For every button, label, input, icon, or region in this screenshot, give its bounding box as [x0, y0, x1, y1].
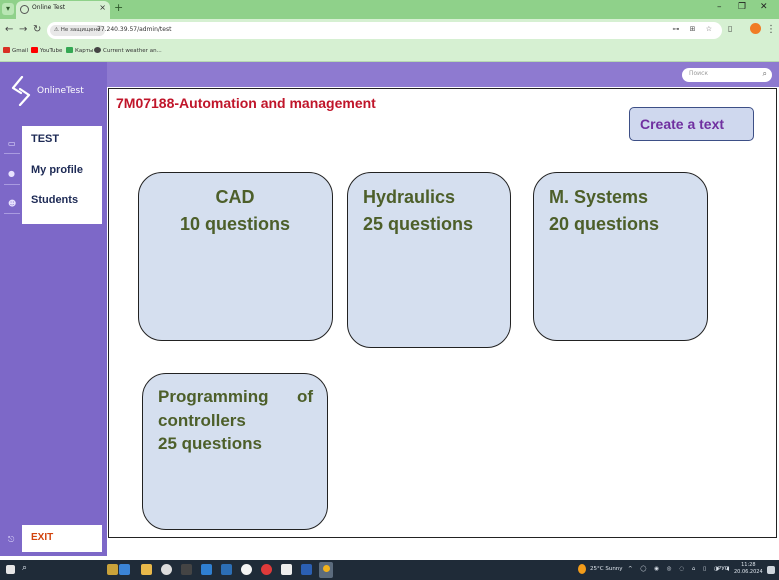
exit-button[interactable]: EXIT: [22, 525, 102, 552]
card-title: CAD: [215, 187, 255, 207]
card-title-word: Programming: [158, 387, 269, 406]
card-question-count: 25 questions: [158, 434, 262, 453]
sidebar-menu: TEST My profile Students: [22, 126, 102, 224]
card-title-word: of: [296, 387, 313, 406]
extensions-icon[interactable]: ▯: [728, 24, 732, 33]
file-explorer-icon[interactable]: [141, 564, 152, 575]
user-icon: ●: [8, 169, 15, 178]
gmail-icon: [3, 47, 10, 53]
new-tab-button[interactable]: +: [114, 1, 123, 14]
word-icon[interactable]: [301, 564, 312, 575]
browser-menu-icon[interactable]: ⋮: [766, 24, 776, 35]
vscode-icon[interactable]: [201, 564, 212, 575]
card-title-continued: controllers: [158, 411, 246, 430]
app-header: Поиск ⌕: [0, 62, 779, 87]
create-text-label: Create a text: [640, 116, 725, 132]
test-card-cad[interactable]: CAD 10 questions: [138, 172, 333, 341]
main-panel: 7M07188-Automation and management Create…: [108, 88, 777, 538]
clock-date: 20.06.2024: [734, 569, 763, 575]
create-text-button[interactable]: Create a text: [629, 107, 754, 141]
card-title: M. Systems: [549, 187, 649, 207]
search-placeholder: Поиск: [689, 70, 709, 77]
search-icon[interactable]: ⌕: [763, 69, 767, 79]
tab-close-icon[interactable]: ×: [99, 3, 106, 12]
browser-tab[interactable]: Online Test ×: [16, 1, 110, 19]
mail-icon[interactable]: [221, 564, 232, 575]
bookmarks-bar: Gmail YouTube Карты Current weather an..…: [0, 43, 779, 62]
tab-title: Online Test: [32, 4, 66, 11]
url-text[interactable]: 77.240.39.57/admin/test: [97, 26, 171, 33]
terminal-icon[interactable]: [181, 564, 192, 575]
clock[interactable]: 11:28 20.06.2024: [734, 562, 763, 576]
app-icon-2[interactable]: [119, 564, 130, 575]
maximize-button[interactable]: ❐: [738, 2, 746, 12]
omnibox[interactable]: ⚠ Не защищено 77.240.39.57/admin/test ⊶ …: [47, 22, 722, 39]
bookmark-maps[interactable]: Карты: [66, 47, 93, 54]
sidebar-divider: [4, 184, 20, 185]
yandex-icon[interactable]: [241, 564, 252, 575]
logout-icon: ⎋: [8, 535, 15, 544]
address-bar-row: ← → ↻ ⚠ Не защищено 77.240.39.57/admin/t…: [0, 19, 779, 43]
card-question-count: 25 questions: [363, 214, 474, 234]
sidebar-divider: [4, 153, 20, 154]
tray-icons[interactable]: ^ ◯ ◉ ◎ ◌ ⌂ ▯ ◑ ◖: [628, 566, 732, 572]
sidebar: OnlineTest ▭ ● ☻ TEST My profile Student…: [0, 62, 107, 556]
minimize-button[interactable]: –: [717, 2, 722, 12]
book-icon: ▭: [8, 139, 16, 148]
bookmark-youtube[interactable]: YouTube: [31, 47, 62, 54]
test-card-hydraulics[interactable]: Hydraulics 25 questions: [347, 172, 511, 348]
bookmark-gmail[interactable]: Gmail: [3, 47, 28, 54]
bookmark-weather[interactable]: Current weather an...: [94, 47, 162, 54]
sidebar-item-students[interactable]: Students: [31, 194, 78, 206]
tab-search-icon[interactable]: ▾: [2, 3, 14, 15]
page-title: 7M07188-Automation and management: [116, 95, 376, 111]
maps-icon: [66, 47, 73, 53]
start-icon[interactable]: [6, 565, 15, 574]
clock-time: 11:28: [741, 562, 756, 568]
test-card-m-systems[interactable]: M. Systems 20 questions: [533, 172, 708, 341]
reload-icon[interactable]: ↻: [33, 24, 41, 35]
brand-name: OnlineTest: [37, 86, 84, 96]
security-label: Не защищено: [60, 27, 101, 33]
youtube-icon: [31, 47, 38, 53]
back-icon[interactable]: ←: [5, 24, 13, 35]
page-bottom-strip: [107, 538, 779, 556]
card-title: Hydraulics: [363, 187, 456, 207]
chrome-icon: [323, 565, 330, 572]
app-icon-1[interactable]: [107, 564, 118, 575]
card-question-count: 20 questions: [549, 214, 660, 234]
language-indicator[interactable]: РУС: [718, 566, 729, 572]
weather-text[interactable]: 25°C Sunny: [590, 566, 623, 572]
notifications-icon[interactable]: [767, 566, 775, 574]
sidebar-divider: [4, 213, 20, 214]
globe-icon: [20, 5, 29, 14]
close-window-button[interactable]: ✕: [760, 2, 768, 12]
sidebar-item-my-profile[interactable]: My profile: [31, 164, 83, 176]
weather-icon: [94, 47, 101, 53]
taskbar: ⌕ 25°C Sunny ^ ◯ ◉ ◎ ◌ ⌂ ▯ ◑ ◖ РУС 11:28…: [0, 560, 779, 580]
document-icon[interactable]: [281, 564, 292, 575]
omnibox-action-icons[interactable]: ⊶ ⊞ ☆: [672, 25, 716, 33]
warning-icon: ⚠: [54, 27, 61, 33]
group-icon: ☻: [8, 199, 17, 208]
taskbar-search-icon[interactable]: ⌕: [22, 563, 27, 573]
weather-icon: [578, 564, 586, 574]
browser-tab-strip: ▾ Online Test × + – ❐ ✕: [0, 0, 779, 19]
profile-avatar[interactable]: [750, 23, 761, 34]
test-card-programming[interactable]: Programming of controllers 25 questions: [142, 373, 328, 530]
app-icon-4[interactable]: [261, 564, 272, 575]
sidebar-item-test[interactable]: TEST: [31, 133, 59, 145]
forward-icon[interactable]: →: [19, 24, 27, 35]
card-question-count: 10 questions: [179, 214, 291, 234]
app-icon-3[interactable]: [161, 564, 172, 575]
exit-label: EXIT: [31, 532, 54, 543]
logo-icon: [11, 76, 31, 106]
search-input[interactable]: Поиск ⌕: [682, 68, 772, 82]
